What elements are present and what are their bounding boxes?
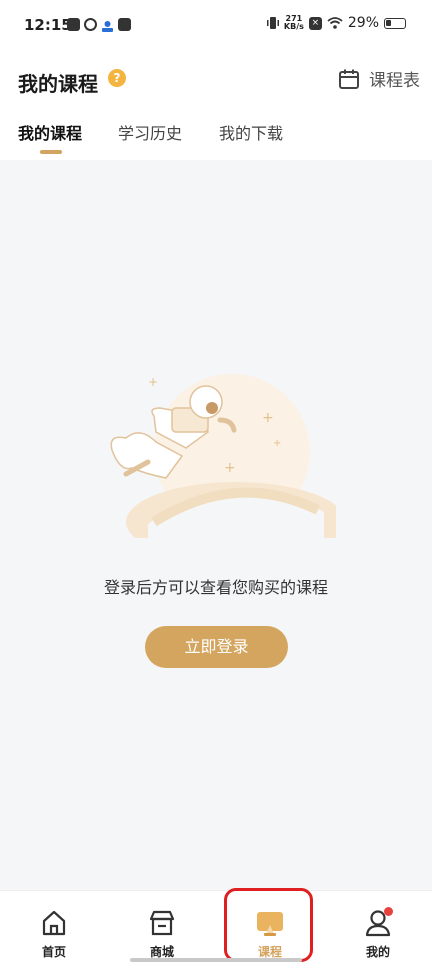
nav-store[interactable]: 商城 [108,891,216,964]
wifi-icon [327,17,343,29]
svg-text:+: + [224,460,236,476]
app-logo-icon [101,18,114,32]
bottom-nav: 首页 商城 课程 我的 [0,890,432,964]
schedule-label: 课程表 [369,71,420,91]
vibrate-icon [266,17,279,29]
tiktok-icon [67,18,80,31]
store-icon [149,910,175,936]
tab-my-courses[interactable]: 我的课程 [18,120,82,144]
battery-icon [384,17,406,29]
svg-text:+: + [273,438,281,449]
tab-bar: 我的课程 学习历史 我的下载 [0,102,432,160]
highlight-box [224,888,313,962]
notification-badge [384,907,393,916]
svg-text:+: + [262,410,274,426]
app-ring-icon [84,18,97,31]
tab-indicator [40,150,62,154]
courses-page: 12:15 271 KB/s × 29% 我的课程 ? 课程表 我的课程 学习历… [0,0,432,964]
astronaut-illustration: + + + + [110,374,336,538]
status-bar: 12:15 271 KB/s × 29% [0,0,432,52]
nav-home[interactable]: 首页 [0,891,108,964]
nav-home-label: 首页 [41,945,66,959]
empty-message: 登录后方可以查看您购买的课程 [103,578,328,597]
home-indicator [130,958,302,962]
app-generic-icon [118,18,131,31]
page-title: 我的课程 [18,72,98,96]
battery-percent: 29% [347,15,379,31]
schedule-button[interactable]: 课程表 [338,66,420,91]
nav-profile-label: 我的 [365,945,390,959]
close-box-icon: × [308,16,322,30]
home-icon [42,910,66,936]
header: 我的课程 ? 课程表 [0,52,432,102]
help-icon[interactable]: ? [108,69,126,87]
svg-text:+: + [148,375,158,389]
notification-icons [67,18,131,32]
login-button[interactable]: 立即登录 [145,626,288,668]
tab-my-downloads[interactable]: 我的下载 [219,120,283,144]
status-time: 12:15 [24,16,72,34]
nav-profile[interactable]: 我的 [324,891,432,964]
status-right: 271 KB/s × 29% [266,15,406,31]
calendar-icon [339,69,359,89]
network-speed-unit: KB/s [283,22,304,31]
network-speed: 271 KB/s [284,15,304,31]
tab-study-history[interactable]: 学习历史 [118,120,182,144]
